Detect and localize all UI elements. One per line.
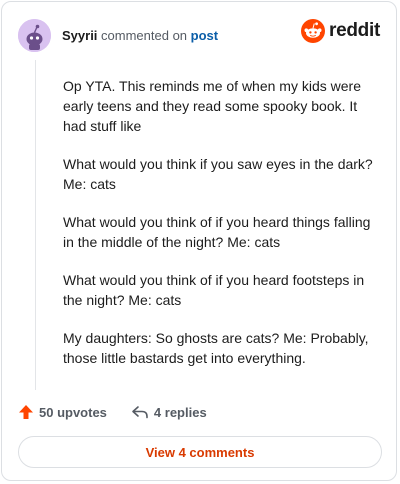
reddit-logo-icon: [301, 19, 326, 43]
brand-name: reddit: [329, 20, 380, 41]
comment-paragraph: What would you think of if you heard foo…: [63, 272, 365, 308]
view-comments-button[interactable]: View 4 comments: [18, 436, 382, 468]
thread-line[interactable]: [35, 60, 36, 390]
upvote-button[interactable]: 50 upvotes: [18, 404, 107, 420]
comment-header: Syyrii commented on post reddit: [18, 18, 380, 52]
upvote-arrow-icon: [19, 405, 33, 419]
comment-meta: Syyrii commented on post: [62, 28, 218, 43]
comment-paragraph: Op YTA. This reminds me of when my kids …: [63, 78, 361, 134]
comment-body: Op YTA. This reminds me of when my kids …: [63, 76, 381, 386]
reply-count: 4 replies: [153, 404, 207, 420]
reply-arrow-icon: [132, 406, 148, 419]
username-link[interactable]: Syyrii: [62, 28, 97, 43]
avatar-snoo-graphic: [18, 18, 51, 52]
snoo-avatar-icon[interactable]: [18, 18, 51, 52]
comment-actions: 50 upvotes 4 replies: [18, 402, 207, 422]
post-link[interactable]: post: [191, 28, 218, 43]
reddit-brand[interactable]: reddit: [301, 19, 380, 43]
comment-paragraph: What would you think if you saw eyes in …: [63, 156, 373, 192]
upvote-count: 50 upvotes: [39, 404, 107, 420]
reply-button[interactable]: 4 replies: [131, 404, 207, 420]
comment-card: Syyrii commented on post reddit Op YTA. …: [1, 1, 397, 481]
comment-paragraph: My daughters: So ghosts are cats? Me: Pr…: [63, 330, 369, 366]
action-text: commented on: [101, 27, 188, 43]
comment-paragraph: What would you think of if you heard thi…: [63, 214, 371, 250]
